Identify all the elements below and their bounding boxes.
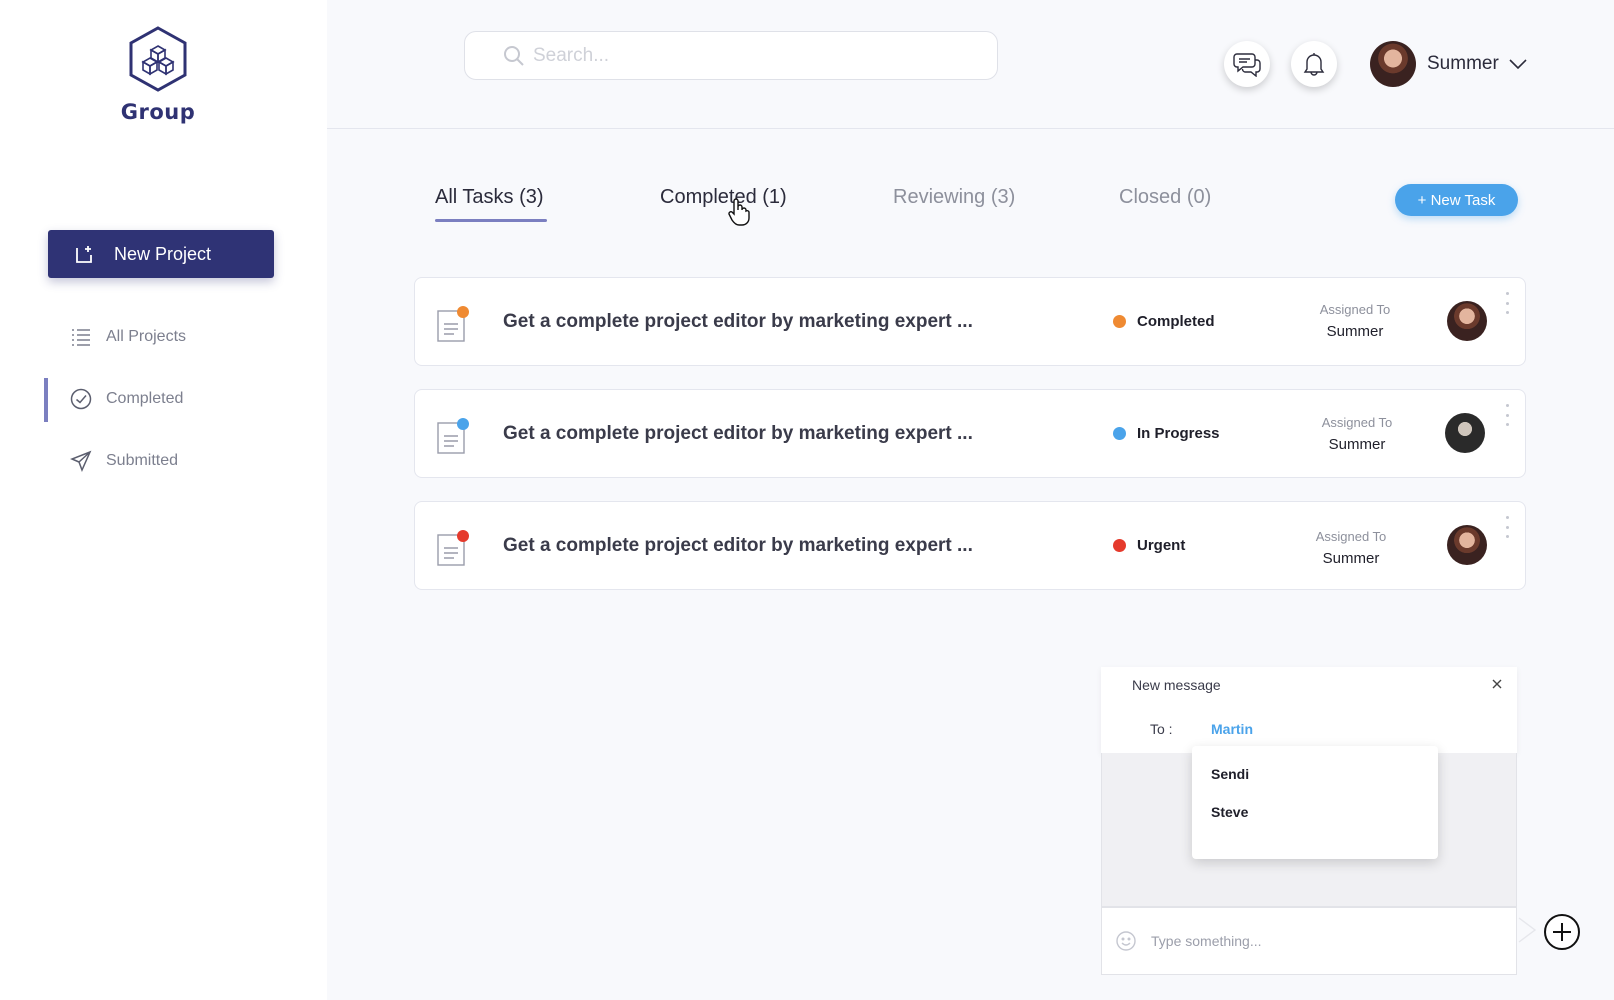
suggestion-item[interactable]: Sendi [1211,766,1249,782]
recipient-field[interactable]: Martin [1211,721,1253,737]
sidebar-item-label: Submitted [106,452,179,469]
send-icon[interactable] [1518,917,1536,943]
active-indicator [44,378,48,422]
status-label: Urgent [1137,537,1186,554]
sidebar-item-submitted[interactable]: Submitted [70,450,178,472]
to-label: To : [1150,721,1173,737]
task-title: Get a complete project editor by marketi… [503,535,973,556]
new-message-panel: New message To : Martin Sendi Steve [1101,667,1517,975]
sidebar-item-label: All Projects [106,328,187,345]
new-task-button[interactable]: + New Task [1395,184,1518,216]
sidebar-item-completed[interactable]: Completed [70,388,183,410]
document-icon [437,418,469,454]
more-options-icon[interactable] [1503,404,1511,426]
status-badge: Completed [1113,313,1215,330]
task-row[interactable]: Get a complete project editor by marketi… [414,389,1526,478]
status-dot [1113,315,1126,328]
task-row[interactable]: Get a complete project editor by marketi… [414,277,1526,366]
search-bar[interactable] [464,31,998,80]
logo-icon [129,26,187,92]
tab-reviewing[interactable]: Reviewing (3) [893,186,1015,209]
chat-button[interactable] [1224,41,1270,87]
more-options-icon[interactable] [1503,516,1511,538]
recipient-suggestions: Sendi Steve [1192,746,1438,859]
assigned-to: Assigned To Summer [1297,415,1417,453]
user-menu[interactable]: Summer [1370,41,1527,87]
message-input-bar [1101,907,1517,975]
assigned-label: Assigned To [1321,415,1393,430]
list-icon [70,326,92,348]
bell-icon [1303,53,1325,76]
task-title: Get a complete project editor by marketi… [503,423,973,444]
task-flag-dot [457,306,469,318]
notifications-button[interactable] [1291,41,1337,87]
assigned-label: Assigned To [1315,529,1387,544]
status-dot [1113,427,1126,440]
assigned-to: Assigned To Summer [1295,302,1415,340]
chevron-down-icon [1509,59,1527,69]
sidebar-item-all-projects[interactable]: All Projects [70,326,186,348]
document-icon [437,306,469,342]
user-name: Summer [1427,53,1499,74]
chat-bubbles-icon [1233,53,1261,77]
assignee-name: Summer [1322,550,1380,567]
task-row[interactable]: Get a complete project editor by marketi… [414,501,1526,590]
tab-completed[interactable]: Completed (1) [660,186,787,209]
close-icon[interactable] [1489,676,1505,692]
status-badge: Urgent [1113,537,1185,554]
message-input[interactable] [1151,933,1491,949]
sidebar-item-label: Completed [106,390,184,407]
new-project-icon [74,243,96,265]
avatar [1370,41,1416,87]
check-circle-icon [70,388,92,410]
brand-name: Group [120,100,196,124]
task-title: Get a complete project editor by marketi… [503,311,973,332]
assigned-label: Assigned To [1319,302,1391,317]
plus-circle-icon[interactable] [1543,913,1581,951]
assigned-to: Assigned To Summer [1291,529,1411,567]
paper-plane-icon [70,450,92,472]
assignee-avatar [1447,525,1487,565]
tab-all-tasks[interactable]: All Tasks (3) [435,186,544,209]
assignee-avatar [1445,413,1485,453]
status-badge: In Progress [1113,425,1220,442]
message-title: New message [1132,677,1221,693]
assignee-avatar [1447,301,1487,341]
new-project-label: New Project [114,243,212,264]
assignee-name: Summer [1328,436,1386,453]
more-options-icon[interactable] [1503,292,1511,314]
assignee-name: Summer [1326,323,1384,340]
search-icon [503,45,525,67]
status-label: In Progress [1137,425,1220,442]
tab-underline [435,219,547,222]
search-input[interactable] [533,44,953,67]
sidebar: Group New Project All Projects Completed… [0,0,327,1000]
document-icon [437,530,469,566]
tab-closed[interactable]: Closed (0) [1119,186,1211,209]
emoji-icon[interactable] [1115,930,1137,952]
suggestion-item[interactable]: Steve [1211,804,1248,820]
hand-cursor-icon [728,198,750,226]
new-project-button[interactable]: New Project [48,230,274,278]
status-label: Completed [1137,313,1215,330]
message-header: New message To : Martin [1101,667,1517,753]
status-dot [1113,539,1126,552]
